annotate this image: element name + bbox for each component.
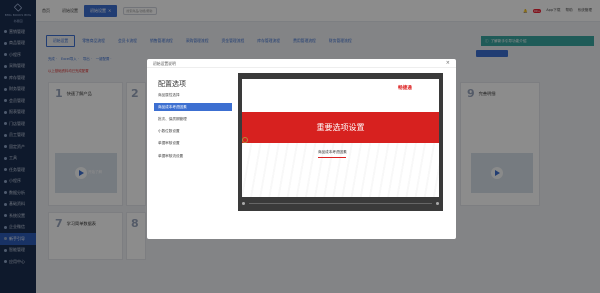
fullscreen-icon[interactable] xyxy=(436,202,439,205)
menu-title: 配置选项 xyxy=(158,80,186,88)
modal-menu-item[interactable]: 小数位数设置 xyxy=(154,128,232,136)
modal-title: 初始设置说明 xyxy=(153,61,176,66)
progress-bar[interactable] xyxy=(249,203,432,204)
slide-subtitle: 商品成本考虑因素 xyxy=(318,150,347,154)
modal-menu-item[interactable]: 批次、保质期管理 xyxy=(154,115,232,123)
subtitle-underline xyxy=(318,157,346,158)
play-control-icon[interactable] xyxy=(242,202,245,205)
background-rays xyxy=(242,139,439,197)
brand-logo: 畅捷通 xyxy=(398,86,412,91)
video-preview[interactable]: 畅捷通 重要选项设置 商品成本考虑因素 xyxy=(238,73,443,211)
modal-header: 初始设置说明 × xyxy=(147,59,456,68)
config-options-modal: 初始设置说明 × 配置选项 商品属性选择 商品成本考虑因素 批次、保质期管理 小数位数… xyxy=(147,59,456,239)
modal-close-icon[interactable]: × xyxy=(446,60,450,66)
cursor-ring-icon xyxy=(242,137,248,143)
preview-slide: 畅捷通 重要选项设置 商品成本考虑因素 xyxy=(242,79,439,197)
modal-menu-item[interactable]: 商品属性选择 xyxy=(154,91,232,99)
modal-menu-item[interactable]: 单据审核设置 xyxy=(154,140,232,148)
modal-menu-item[interactable]: 单据审核流设置 xyxy=(154,152,232,160)
slide-banner: 重要选项设置 xyxy=(242,112,439,143)
video-controls[interactable] xyxy=(242,200,439,207)
modal-menu-item[interactable]: 商品成本考虑因素 xyxy=(154,103,232,112)
